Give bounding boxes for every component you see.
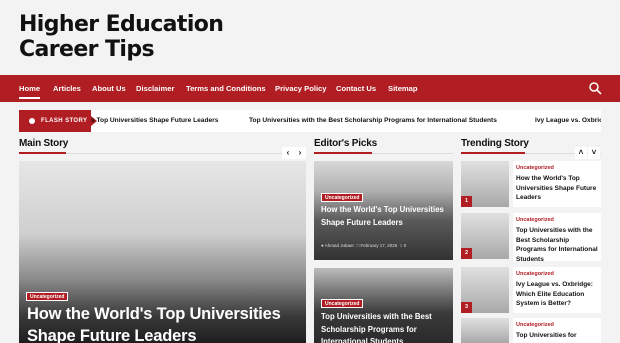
flash-story-label: FLASH STORY [19, 110, 91, 132]
nav-item-disclaimer[interactable]: Disclaimer [136, 75, 174, 102]
next-arrow-icon[interactable]: › [294, 147, 306, 159]
nav-item-articles[interactable]: Articles [53, 75, 81, 102]
flash-item[interactable]: Top Universities with the Best Scholarsh… [249, 110, 497, 132]
trending-item: Uncategorized Top Universities for [513, 318, 601, 343]
nav-item-contact-us[interactable]: Contact Us [336, 75, 376, 102]
post-date: February 17, 2025 [360, 243, 398, 248]
editors-pick-meta: ● Ahmad Jubaer □ February 17, 2025 ○ 0 [321, 243, 406, 248]
up-arrow-icon[interactable]: ˄ [575, 147, 587, 159]
author-icon: ● [321, 243, 324, 248]
flash-label-text: FLASH STORY [41, 118, 88, 124]
main-story-card[interactable]: Uncategorized How the World's Top Univer… [19, 161, 306, 343]
trending-story-heading: Trending Story [461, 138, 529, 149]
flash-item[interactable]: s Top Universities Shape Future Leaders [91, 110, 218, 132]
editors-pick-card[interactable]: Uncategorized Top Universities with the … [314, 268, 453, 343]
trending-rank: 3 [461, 302, 472, 313]
flash-item[interactable]: Ivy League vs. Oxbric [535, 110, 601, 132]
trending-title[interactable]: Top Universities for [516, 331, 600, 341]
category-tag[interactable]: Uncategorized [26, 292, 69, 301]
calendar-icon: □ [356, 243, 360, 248]
flash-story-ticker: FLASH STORY s Top Universities Shape Fut… [19, 110, 601, 132]
section-underline [314, 152, 372, 154]
site-header: Higher Education Career Tips [0, 0, 620, 76]
comment-icon: ○ [399, 243, 403, 248]
down-arrow-icon[interactable]: ˅ [588, 147, 600, 159]
editors-pick-headline[interactable]: How the World's Top Universities Shape F… [321, 204, 449, 229]
search-icon[interactable] [588, 81, 602, 95]
trending-category[interactable]: Uncategorized [516, 322, 554, 328]
editors-pick-headline[interactable]: Top Universities with the Best Scholarsh… [321, 311, 449, 343]
trending-category[interactable]: Uncategorized [516, 165, 554, 171]
main-story-headline[interactable]: How the World's Top Universities Shape F… [27, 303, 302, 343]
trending-item: Uncategorized How the World's Top Univer… [513, 161, 601, 207]
category-tag[interactable]: Uncategorized [321, 299, 364, 308]
section-underline [19, 152, 66, 154]
author-name[interactable]: Ahmad Jubaer [325, 243, 354, 248]
trending-category[interactable]: Uncategorized [516, 271, 554, 277]
flash-dot-icon [29, 118, 35, 124]
comment-count[interactable]: 0 [404, 243, 407, 248]
section-underline [461, 152, 525, 154]
nav-item-terms[interactable]: Terms and Conditions [186, 75, 266, 102]
main-nav: Home Articles About Us Disclaimer Terms … [0, 75, 620, 102]
nav-item-sitemap[interactable]: Sitemap [388, 75, 418, 102]
main-story-heading: Main Story [19, 138, 69, 149]
prev-arrow-icon[interactable]: ‹ [282, 147, 294, 159]
trending-title[interactable]: How the World's Top Universities Shape F… [516, 174, 600, 203]
editors-picks-heading: Editor's Picks [314, 138, 377, 149]
trending-rank: 2 [461, 248, 472, 259]
trending-item: Uncategorized Top Universities with the … [513, 213, 601, 264]
category-tag[interactable]: Uncategorized [321, 193, 364, 202]
trending-thumbnail[interactable] [461, 318, 509, 343]
nav-item-about-us[interactable]: About Us [92, 75, 126, 102]
editors-pick-card[interactable]: Uncategorized How the World's Top Univer… [314, 161, 453, 260]
nav-item-home[interactable]: Home [19, 75, 41, 102]
trending-item: Uncategorized Ivy League vs. Oxbridge: W… [513, 267, 601, 313]
trending-category[interactable]: Uncategorized [516, 217, 554, 223]
site-title-line-2[interactable]: Career Tips [19, 37, 239, 62]
trending-title[interactable]: Ivy League vs. Oxbridge: Which Elite Edu… [516, 280, 600, 309]
trending-thumbnail[interactable]: 2 [461, 213, 509, 259]
trending-thumbnail[interactable]: 3 [461, 267, 509, 313]
site-title-line-1[interactable]: Higher Education [19, 12, 239, 37]
trending-thumbnail[interactable]: 1 [461, 161, 509, 207]
site-title[interactable]: Higher Education Career Tips [19, 12, 239, 62]
nav-item-privacy-policy[interactable]: Privacy Policy [275, 75, 327, 102]
trending-rank: 1 [461, 196, 472, 207]
trending-title[interactable]: Top Universities with the Best Scholarsh… [516, 226, 600, 264]
